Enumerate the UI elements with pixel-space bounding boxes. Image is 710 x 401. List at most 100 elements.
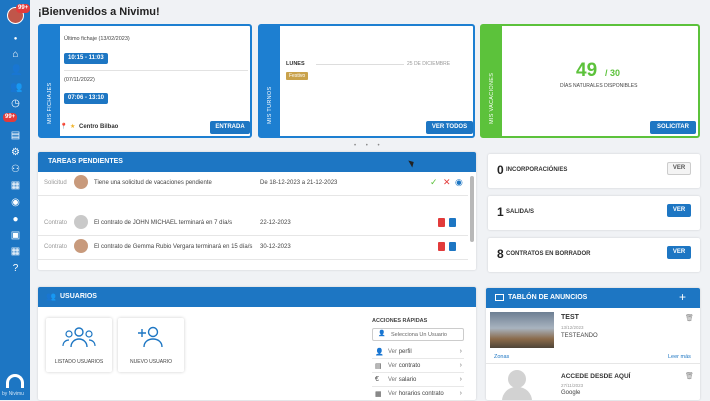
nivimu-logo	[6, 374, 24, 388]
document-icon: ▤	[375, 363, 382, 370]
anuncios-header: TABLÓN DE ANUNCIOS	[486, 288, 700, 308]
user-select[interactable]: 👤 Selecciona Un Usuario	[372, 328, 464, 341]
chevron-right-icon: ›	[459, 376, 462, 383]
announcement-body: Google	[561, 390, 581, 396]
vacation-days-label: DÍAS NATURALES DISPONIBLES	[560, 83, 638, 89]
clock-icon[interactable]: ◷	[10, 98, 21, 109]
pdf-icon[interactable]	[438, 218, 445, 227]
requests-badge: 99+	[3, 113, 18, 122]
turnos-card: MIS TURNOS LUNES 25 DE DICIEMBRE Festivo…	[258, 24, 475, 138]
last-clock-time: 10:15 - 11:03	[64, 53, 108, 64]
vacation-days-value: 49	[576, 60, 598, 81]
listado-usuarios-tile[interactable]: LISTADO USUARIOS	[46, 318, 112, 372]
pdf-icon[interactable]	[438, 242, 445, 251]
document-icon[interactable]	[449, 218, 456, 227]
users-icon[interactable]: 👥	[10, 82, 22, 93]
id-card-icon[interactable]: ▤	[10, 130, 21, 141]
sidebar: 99+ ● ⌂ 👤 👥 ◷ 99+ ▤ ⚙ ⚇ ▦ ◉ ● ▣ ▦ ? by N…	[0, 0, 31, 400]
euro-icon: €	[375, 376, 379, 383]
announcement-tag[interactable]: Zonas	[494, 354, 509, 360]
quick-actions-title: ACCIONES RÁPIDAS	[372, 318, 428, 324]
divider	[486, 363, 700, 364]
ver-salidas-button[interactable]: VER	[667, 204, 691, 217]
inbox-icon[interactable]: ▣	[10, 230, 21, 241]
chat-icon[interactable]: ◉	[10, 197, 21, 208]
ver-incorporaciones-button[interactable]: VER	[667, 162, 691, 175]
users-icon: 👥	[46, 292, 56, 301]
ver-contrato-item[interactable]: ▤ Ver contrato ›	[372, 360, 464, 373]
task-row[interactable]: Solicitud Tiene una solicitud de vacacio…	[38, 172, 468, 196]
star-icon: ★	[70, 124, 76, 130]
help-icon[interactable]: ?	[10, 263, 21, 274]
incorporaciones-card: 0 INCORPORACIÓN/ES VER	[488, 154, 700, 188]
announcement-image	[490, 312, 554, 348]
shift-line	[316, 64, 404, 65]
vacation-days-total: / 30	[605, 68, 621, 78]
comments-icon[interactable]: ●	[10, 214, 21, 225]
ver-horarios-item[interactable]: ▦ Ver horarios contrato ›	[372, 388, 464, 401]
users-group-icon	[62, 327, 96, 348]
location-name: Centro Bilbao	[79, 124, 119, 130]
anuncios-panel: TABLÓN DE ANUNCIOS + TEST 13/12/2023 TES…	[486, 288, 700, 400]
document-icon[interactable]	[449, 242, 456, 251]
avatar	[74, 175, 88, 189]
fichajes-card: MIS FICHAJES Último fichaje (13/02/2023)…	[38, 24, 252, 138]
turnos-strip: MIS TURNOS	[260, 26, 280, 136]
ver-todos-button[interactable]: VER TODOS	[426, 121, 473, 134]
trash-icon[interactable]: 🗑	[685, 314, 694, 322]
calendar-icon: ▦	[375, 391, 382, 398]
tareas-panel: TAREAS PENDIENTES Solicitud Tiene una so…	[38, 152, 476, 270]
shift-date: 25 DE DICIEMBRE	[407, 61, 451, 67]
ver-contratos-button[interactable]: VER	[667, 246, 691, 259]
nuevo-usuario-tile[interactable]: NUEVO USUARIO	[118, 318, 184, 372]
chevron-right-icon: ›	[459, 348, 462, 355]
last-clock-label: Último fichaje (13/02/2023)	[64, 36, 130, 42]
reject-icon[interactable]: ✕	[443, 177, 451, 188]
view-icon[interactable]: ◉	[455, 177, 463, 188]
gear-icon[interactable]: ⚙	[10, 147, 21, 158]
home-icon[interactable]: ⌂	[10, 49, 21, 60]
shift-day: LUNES	[286, 61, 305, 67]
entrada-button[interactable]: ENTRADA	[210, 121, 250, 134]
read-more-link[interactable]: Leer más	[668, 354, 691, 360]
chevron-right-icon: ›	[459, 362, 462, 369]
notification-badge: 99+	[16, 4, 31, 13]
newspaper-icon	[495, 294, 504, 301]
add-announcement-icon[interactable]: +	[679, 290, 686, 304]
brand-text: by Nivimu	[2, 391, 24, 397]
announcement-date: 27/11/2023	[561, 383, 584, 388]
announcement-title: TEST	[561, 314, 579, 321]
carousel-dots[interactable]: • • •	[354, 143, 384, 149]
dot-icon: ●	[13, 36, 18, 42]
salidas-card: 1 SALIDA/S VER	[488, 196, 700, 230]
vacaciones-card: MIS VACACIONES 49 / 30 DÍAS NATURALES DI…	[480, 24, 700, 138]
fichajes-strip: MIS FICHAJES	[40, 26, 60, 136]
usuarios-header: USUARIOS	[38, 287, 476, 307]
user-icon[interactable]: 👤	[10, 65, 22, 76]
scrollbar[interactable]	[470, 176, 474, 242]
chevron-right-icon: ›	[459, 390, 462, 397]
announcement-body: TESTEANDO	[561, 333, 598, 339]
solicitar-button[interactable]: SOLICITAR	[650, 121, 696, 134]
document-icon[interactable]: ▦	[10, 180, 21, 191]
contratos-borrador-card: 8 CONTRATOS EN BORRADOR VER	[488, 238, 700, 272]
ver-perfil-item[interactable]: 👤 Ver perfil ›	[372, 346, 464, 359]
announcement-title: ACCEDE DESDE AQUÍ	[561, 373, 631, 380]
location-icon: 📍	[60, 124, 68, 130]
user-settings-icon[interactable]: ⚇	[10, 164, 21, 175]
avatar	[74, 239, 88, 253]
ver-salario-item[interactable]: € Ver salario ›	[372, 374, 464, 387]
user-icon: 👤	[378, 331, 386, 337]
task-row[interactable]: Contrato El contrato de JOHN MICHAEL ter…	[38, 212, 468, 236]
divider	[64, 70, 248, 71]
task-row[interactable]: Contrato El contrato de Gemma Rubio Verg…	[38, 236, 468, 260]
vacaciones-strip: MIS VACACIONES	[482, 26, 502, 136]
avatar	[74, 215, 88, 229]
prev-clock-label: (07/11/2022)	[64, 77, 95, 83]
page-title: ¡Bienvenidos a Nivimu!	[38, 6, 160, 18]
prev-clock-time: 07:06 - 13:10	[64, 93, 109, 104]
trash-icon[interactable]: 🗑	[685, 372, 694, 380]
announcement-date: 13/12/2023	[561, 325, 584, 330]
approve-icon[interactable]: ✓	[430, 177, 438, 188]
grid-icon[interactable]: ▦	[10, 246, 21, 257]
